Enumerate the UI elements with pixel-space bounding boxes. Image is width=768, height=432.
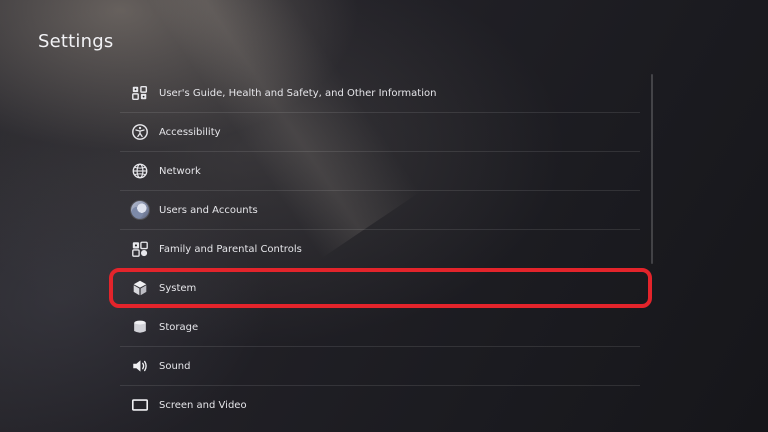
settings-item-label: Users and Accounts: [159, 204, 258, 216]
speaker-icon: [130, 356, 150, 376]
guide-icon: [130, 83, 150, 103]
settings-item-label: Network: [159, 165, 201, 177]
globe-icon: [130, 161, 150, 181]
settings-item-label: Family and Parental Controls: [159, 243, 302, 255]
settings-item-storage[interactable]: Storage: [120, 308, 640, 347]
scrollbar[interactable]: [651, 74, 653, 264]
settings-item-family-parental-controls[interactable]: Family and Parental Controls: [120, 230, 640, 269]
settings-item-accessibility[interactable]: Accessibility: [120, 113, 640, 152]
user-avatar-icon: [130, 200, 150, 220]
settings-item-users-and-accounts[interactable]: Users and Accounts: [120, 191, 640, 230]
avatar: [131, 201, 149, 219]
settings-item-system[interactable]: System: [120, 269, 640, 308]
settings-item-label: Storage: [159, 321, 199, 333]
settings-item-sound[interactable]: Sound: [120, 347, 640, 386]
screen-icon: [130, 395, 150, 415]
settings-item-label: Sound: [159, 360, 191, 372]
accessibility-icon: [130, 122, 150, 142]
page-title: Settings: [38, 31, 114, 52]
settings-item-network[interactable]: Network: [120, 152, 640, 191]
settings-list: User's Guide, Health and Safety, and Oth…: [120, 74, 640, 424]
settings-item-screen-and-video[interactable]: Screen and Video: [120, 386, 640, 424]
settings-item-label: Screen and Video: [159, 399, 247, 411]
cube-icon: [130, 278, 150, 298]
settings-item-label: System: [159, 282, 197, 294]
storage-icon: [130, 317, 150, 337]
family-icon: [130, 239, 150, 259]
settings-item-label: User's Guide, Health and Safety, and Oth…: [159, 87, 437, 99]
settings-item-label: Accessibility: [159, 126, 221, 138]
settings-item-users-guide[interactable]: User's Guide, Health and Safety, and Oth…: [120, 74, 640, 113]
